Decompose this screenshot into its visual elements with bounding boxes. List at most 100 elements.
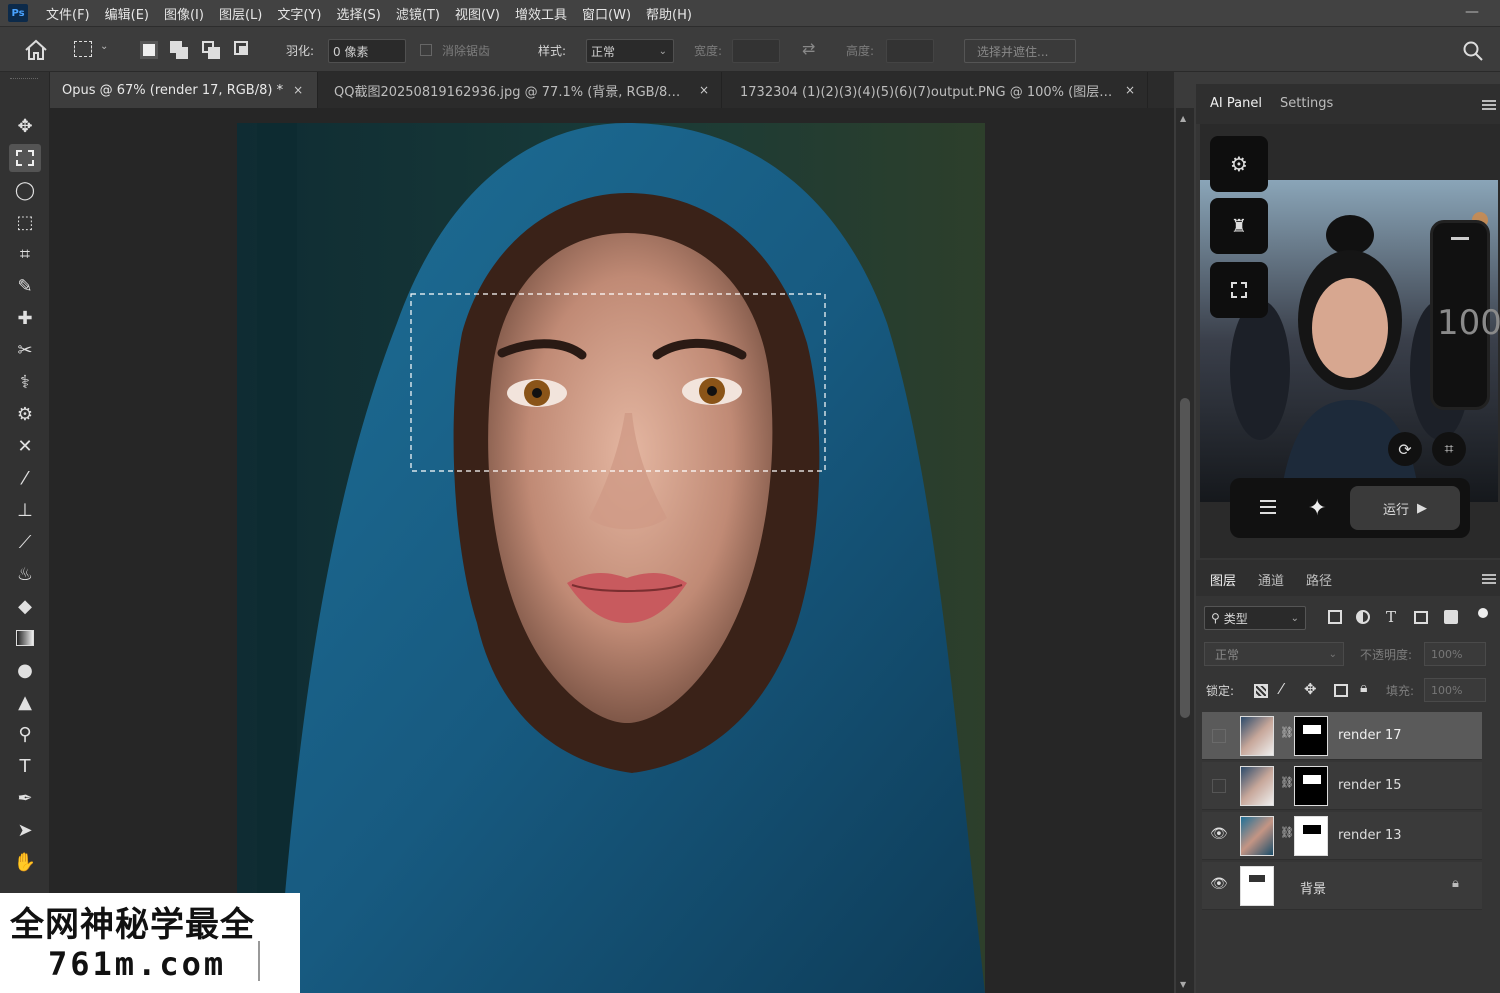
height-input[interactable]: [886, 39, 934, 63]
chevron-down-icon[interactable]: ⌄: [100, 41, 108, 52]
menu-layer[interactable]: 图层(L): [219, 4, 262, 23]
gear-icon[interactable]: ⚙: [1210, 136, 1268, 192]
intersect-selection-icon[interactable]: [234, 41, 254, 59]
pixel-filter-icon[interactable]: [1328, 610, 1342, 624]
new-selection-icon[interactable]: [140, 41, 158, 59]
tab-opus[interactable]: Opus @ 67% (render 17, RGB/8) * ×: [50, 72, 318, 108]
hierarchy-icon[interactable]: ♜: [1210, 198, 1268, 254]
path-select-tool-icon[interactable]: ➤: [9, 816, 41, 844]
history-brush-tool-icon[interactable]: ⟋: [9, 528, 41, 556]
dodge-tool-icon[interactable]: ⚲: [9, 720, 41, 748]
visibility-toggle-hidden[interactable]: [1212, 779, 1226, 793]
menu-image[interactable]: 图像(I): [164, 4, 204, 23]
swap-icon[interactable]: ⇄: [802, 39, 815, 58]
eye-icon[interactable]: 👁︎: [1210, 876, 1228, 892]
menu-filter[interactable]: 滤镜(T): [396, 4, 440, 23]
antialias-checkbox[interactable]: [420, 44, 432, 56]
spot-healing-tool-icon[interactable]: ✚: [9, 304, 41, 332]
menu-view[interactable]: 视图(V): [455, 4, 500, 23]
blend-mode-select[interactable]: 正常 ⌄: [1204, 642, 1344, 666]
smart-object-filter-icon[interactable]: [1444, 610, 1458, 624]
adjustment-filter-icon[interactable]: [1356, 610, 1370, 624]
lasso-tool-icon[interactable]: ◯: [9, 176, 41, 204]
gradient-tool-icon[interactable]: [9, 624, 41, 652]
remove-tool-icon[interactable]: ✂: [9, 336, 41, 364]
layer-name[interactable]: render 13: [1338, 828, 1402, 843]
eraser-tool-icon[interactable]: ◆: [9, 592, 41, 620]
layers-panel-menu-icon[interactable]: [1482, 574, 1496, 584]
add-selection-icon[interactable]: [170, 41, 190, 59]
scroll-down-icon[interactable]: ▼: [1180, 980, 1186, 989]
tab-output-png[interactable]: 1732304 (1)(2)(3)(4)(5)(6)(7)output.PNG …: [728, 72, 1148, 108]
visibility-toggle-hidden[interactable]: [1212, 729, 1226, 743]
rotate-icon[interactable]: ⟳: [1388, 432, 1422, 466]
hand-tool-icon[interactable]: ✋: [9, 848, 41, 876]
tab-ai-panel[interactable]: AI Panel: [1210, 96, 1262, 111]
sparkle-icon[interactable]: ✦: [1308, 496, 1326, 521]
lock-transparency-icon[interactable]: [1254, 684, 1268, 698]
subtract-selection-icon[interactable]: [202, 41, 222, 59]
close-icon[interactable]: ×: [293, 83, 303, 97]
eyedropper-tool-icon[interactable]: ✎: [9, 272, 41, 300]
menu-help[interactable]: 帮助(H): [646, 4, 692, 23]
menu-plugins[interactable]: 增效工具: [515, 4, 567, 23]
tab-qq-screenshot[interactable]: QQ截图20250819162936.jpg @ 77.1% (背景, RGB/…: [322, 72, 722, 108]
scroll-up-icon[interactable]: ▲: [1180, 114, 1186, 123]
pen-tool-icon[interactable]: ✒: [9, 784, 41, 812]
canvas-scrollbar[interactable]: ▲ ▼: [1176, 108, 1194, 993]
list-icon[interactable]: [1260, 500, 1276, 514]
run-button[interactable]: 运行 ▶: [1350, 486, 1460, 530]
eye-icon[interactable]: 👁︎: [1210, 826, 1228, 842]
layer-mask-thumbnail[interactable]: [1294, 766, 1328, 806]
move-tool-icon[interactable]: ✥: [9, 112, 41, 140]
lock-all-icon[interactable]: 🔒︎: [1360, 680, 1367, 696]
clone-stamp-tool-icon[interactable]: ⊥: [9, 496, 41, 524]
opacity-input[interactable]: 100%: [1424, 642, 1486, 666]
menu-type[interactable]: 文字(Y): [277, 4, 321, 23]
link-icon[interactable]: ⛓: [1280, 776, 1294, 789]
object-select-tool-icon[interactable]: ⬚: [9, 208, 41, 236]
layer-mask-thumbnail[interactable]: [1294, 716, 1328, 756]
layer-row-render-15[interactable]: ⛓ render 15: [1202, 762, 1482, 810]
layer-row-background[interactable]: 👁︎ 背景 🔒︎: [1202, 862, 1482, 910]
sharpen-tool-icon[interactable]: ▲: [9, 688, 41, 716]
link-icon[interactable]: ⛓: [1280, 826, 1294, 839]
scrollbar-thumb[interactable]: [1180, 398, 1190, 718]
width-input[interactable]: [732, 39, 780, 63]
home-icon[interactable]: [24, 39, 48, 61]
style-select[interactable]: 正常 ⌄: [586, 39, 674, 63]
panel-menu-icon[interactable]: [1482, 100, 1496, 110]
close-icon[interactable]: ×: [1125, 83, 1135, 97]
minimize-button[interactable]: —: [1464, 4, 1480, 20]
type-tool-icon[interactable]: T: [9, 752, 41, 780]
menu-edit[interactable]: 编辑(E): [105, 4, 149, 23]
tab-layers[interactable]: 图层: [1210, 570, 1236, 589]
photoshop-logo[interactable]: Ps: [8, 4, 28, 22]
marquee-preset-icon[interactable]: [74, 41, 92, 57]
layer-row-render-13[interactable]: 👁︎ ⛓ render 13: [1202, 812, 1482, 860]
slider-handle[interactable]: [1451, 237, 1469, 240]
toolbar-grip[interactable]: [10, 78, 38, 81]
layer-name[interactable]: render 17: [1338, 728, 1402, 743]
content-aware-move-tool-icon[interactable]: ✕: [9, 432, 41, 460]
rect-marquee-tool-icon[interactable]: [9, 144, 41, 172]
select-mask-button[interactable]: 选择并遮住...: [964, 39, 1076, 63]
lock-pixels-icon[interactable]: ⁄: [1280, 680, 1283, 698]
menu-window[interactable]: 窗口(W): [582, 4, 631, 23]
tab-paths[interactable]: 路径: [1306, 570, 1332, 589]
lock-artboard-icon[interactable]: [1334, 684, 1348, 697]
menu-select[interactable]: 选择(S): [336, 4, 380, 23]
layer-row-render-17[interactable]: ⛓ render 17: [1202, 712, 1482, 760]
brush-tool-icon[interactable]: ⁄: [9, 464, 41, 492]
search-icon[interactable]: [1462, 40, 1484, 62]
tab-settings[interactable]: Settings: [1280, 96, 1333, 111]
feather-input[interactable]: 0 像素: [328, 39, 406, 63]
strength-slider[interactable]: 100: [1430, 220, 1500, 410]
shape-filter-icon[interactable]: [1414, 611, 1428, 624]
crop-tool-icon[interactable]: ⌗: [9, 240, 41, 268]
healing-brush-tool-icon[interactable]: ⚕: [9, 368, 41, 396]
patch-tool-icon[interactable]: ⚙: [9, 400, 41, 428]
tab-channels[interactable]: 通道: [1258, 570, 1284, 589]
mixer-brush-tool-icon[interactable]: ♨: [9, 560, 41, 588]
layer-name[interactable]: 背景: [1300, 878, 1326, 897]
